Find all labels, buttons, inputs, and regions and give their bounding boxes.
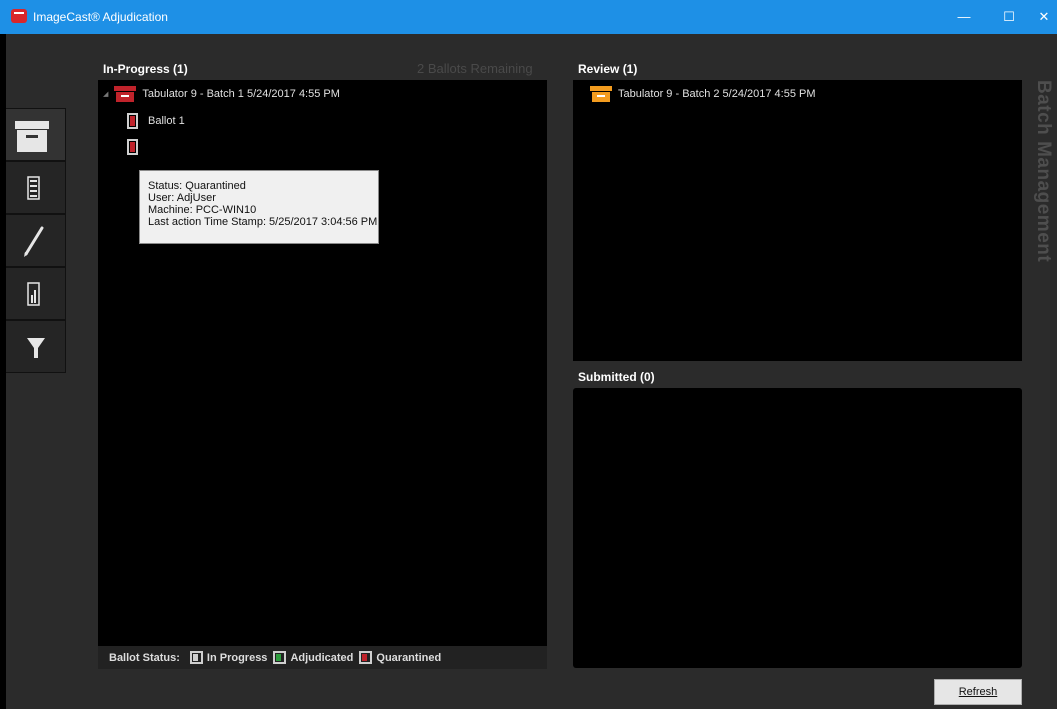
legend-adjudicated: Adjudicated [273,651,353,664]
refresh-label: Refresh [958,686,998,698]
batch-box-icon [114,86,137,102]
batch-row-in-progress[interactable]: ◢ Tabulator 9 - Batch 1 5/24/2017 4:55 P… [103,84,340,104]
tooltip-timestamp: Last action Time Stamp: 5/25/2017 3:04:5… [148,216,378,228]
review-panel [573,80,1022,361]
report-button[interactable] [6,267,66,320]
refresh-button[interactable]: Refresh [934,679,1022,705]
ballot-row-partial[interactable] [127,138,148,156]
adjudicate-button[interactable] [6,214,66,267]
submitted-title: Submitted (0) [578,370,655,384]
quarantined-status-icon [359,651,373,664]
ballot-tooltip: Status: Quarantined User: AdjUser Machin… [139,170,379,244]
batch-management-button[interactable] [6,108,66,161]
tooltip-machine: Machine: PCC-WIN10 [148,204,257,216]
ballot-label: Ballot 1 [148,115,185,127]
ballot-list-button[interactable] [6,161,66,214]
tooltip-user: User: AdjUser [148,192,216,204]
window-title: ImageCast® Adjudication [33,10,168,24]
legend-adjudicated-label: Adjudicated [290,651,354,664]
legend-in-progress: In Progress [189,651,268,664]
adjudicated-status-icon [273,651,287,664]
filter-button[interactable] [6,320,66,373]
app-logo-icon [11,9,27,23]
ballot-quarantined-icon [127,113,138,129]
report-icon [27,282,40,306]
ballots-remaining: 2 Ballots Remaining [417,61,533,76]
batch-box-icon [590,86,612,102]
main-area: In-Progress (1) 2 Ballots Remaining ◢ Ta… [6,34,1057,709]
archive-box-icon [15,121,49,152]
batch-label: Tabulator 9 - Batch 2 5/24/2017 4:55 PM [618,88,816,100]
filter-icon [27,338,45,358]
ballot-status-legend: Ballot Status: In Progress Adjudicated Q… [98,646,547,669]
batch-label: Tabulator 9 - Batch 1 5/24/2017 4:55 PM [142,88,340,100]
in-progress-panel [98,80,547,646]
legend-quarantined: Quarantined [359,651,441,664]
legend-in-progress-label: In Progress [206,651,268,664]
expander-icon[interactable]: ◢ [103,90,108,98]
close-button[interactable]: ✕ [1025,0,1057,34]
in-progress-status-icon [189,651,203,664]
legend-quarantined-label: Quarantined [376,651,442,664]
maximize-button[interactable]: ☐ [990,0,1028,34]
batch-row-review[interactable]: Tabulator 9 - Batch 2 5/24/2017 4:55 PM [590,84,816,104]
batch-management-side-label: Batch Management [1033,80,1054,263]
ballot-row[interactable]: Ballot 1 [127,112,185,130]
title-bar: ImageCast® Adjudication — ☐ ✕ [0,0,1057,34]
minimize-button[interactable]: — [945,0,983,34]
pencil-icon [24,226,44,257]
ballot-icon [127,139,138,155]
review-title: Review (1) [578,62,638,76]
in-progress-title: In-Progress (1) [103,62,188,76]
submitted-panel [573,388,1022,668]
tooltip-status: Status: Quarantined [148,180,246,192]
ballot-list-icon [27,176,40,200]
legend-label: Ballot Status: [109,651,180,664]
left-toolbar [6,108,66,373]
